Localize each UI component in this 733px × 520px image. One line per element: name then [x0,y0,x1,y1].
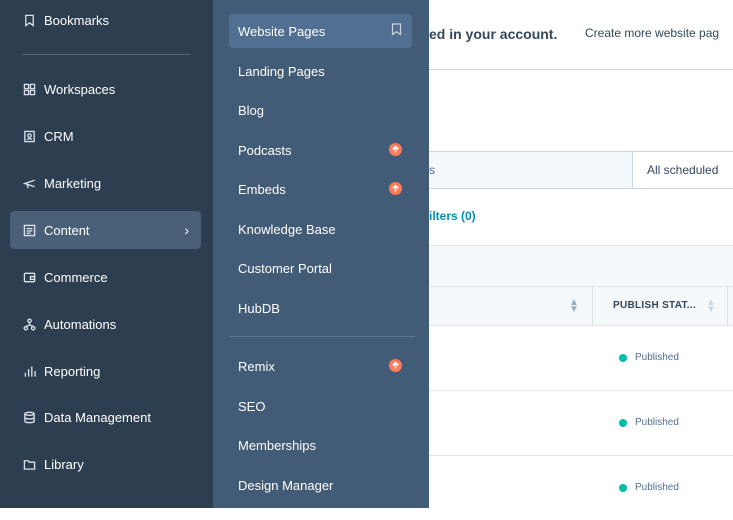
flyout-item-hubdb[interactable]: HubDB [229,291,412,325]
sidebar-item-label: Library [44,456,84,472]
status-dot-icon [619,484,627,492]
sidebar-item-data-management[interactable]: Data Management [10,398,201,436]
sidebar-item-label: Reporting [44,363,101,379]
sidebar-divider [22,54,190,55]
flyout-item-seo[interactable]: SEO [229,389,412,423]
database-icon [22,410,36,424]
upgrade-arrow-icon [389,182,402,195]
table-row[interactable]: Published [429,455,733,520]
contact-card-icon [22,129,36,143]
sidebar-item-marketing[interactable]: Marketing [10,164,201,202]
commerce-icon [22,270,36,284]
flyout-item-knowledge-base[interactable]: Knowledge Base [229,212,412,246]
sort-icon[interactable]: ▲ ▼ [706,298,716,315]
folder-icon [22,457,36,471]
column-divider [592,287,593,325]
status-dot-icon [619,354,627,362]
content-flyout-menu: Website Pages Landing Pages Blog Podcast… [213,0,429,508]
sidebar-item-bookmarks[interactable]: Bookmarks [10,1,201,39]
flyout-item-label: Podcasts [238,142,292,158]
flyout-item-label: Landing Pages [238,63,325,79]
banner-message: ed in your account. [429,26,558,42]
megaphone-icon [22,176,36,190]
flyout-item-remix[interactable]: Remix [229,349,412,383]
table-row[interactable]: Published [429,325,733,391]
grid-icon [22,82,36,96]
sidebar-item-crm[interactable]: CRM [10,117,201,155]
automations-icon [22,317,36,331]
filter-tab-fragment[interactable]: s [429,163,435,177]
flyout-item-customer-portal[interactable]: Customer Portal [229,251,412,285]
flyout-item-landing-pages[interactable]: Landing Pages [229,54,412,88]
sidebar-item-workspaces[interactable]: Workspaces [10,70,201,108]
flyout-item-label: HubDB [238,300,280,316]
table-toolbar [429,245,733,286]
sidebar-item-label: Commerce [44,269,108,285]
column-header-publish-status[interactable]: PUBLISH STAT... [613,300,696,311]
flyout-item-embeds[interactable]: Embeds [229,172,412,206]
sidebar-item-label: Workspaces [44,81,116,97]
flyout-item-label: Customer Portal [238,260,332,276]
content-icon [22,223,36,237]
sidebar-item-label: Marketing [44,175,102,191]
flyout-item-label: SEO [238,398,266,414]
main-content: ed in your account. Create more website … [429,0,733,508]
status-dot-icon [619,419,627,427]
flyout-item-label: Knowledge Base [238,221,336,237]
sidebar-item-library[interactable]: Library [10,445,201,483]
flyout-item-label: Design Manager [238,477,334,493]
upgrade-arrow-icon [389,143,402,156]
table-row[interactable]: Published [429,390,733,456]
sort-icon[interactable]: ▲ ▼ [569,298,579,315]
advanced-filters-link[interactable]: ilters (0) [429,209,476,223]
sidebar-item-commerce[interactable]: Commerce [10,258,201,296]
flyout-item-label: Blog [238,102,265,118]
view-filter-bar: s All scheduled [429,151,733,189]
tab-all-scheduled[interactable]: All scheduled [632,152,733,188]
sidebar-item-reporting[interactable]: Reporting [10,352,201,390]
chevron-right-icon: › [184,222,189,238]
main-sidebar: Bookmarks Workspaces CRM Marketing Conte… [0,0,213,508]
table-header: ▲ ▼ PUBLISH STAT... ▲ ▼ [429,286,733,326]
flyout-item-blog[interactable]: Blog [229,93,412,127]
status-badge: Published [635,352,679,363]
sidebar-item-label: Automations [44,316,117,332]
sidebar-item-label: Content [44,222,90,238]
sidebar-item-content[interactable]: Content › [10,211,201,249]
bookmark-icon[interactable] [391,23,402,39]
upgrade-arrow-icon [389,359,402,372]
bookmark-icon [22,13,36,27]
status-badge: Published [635,482,679,493]
flyout-item-website-pages[interactable]: Website Pages [229,14,412,48]
column-divider [727,287,728,325]
page-limit-banner: ed in your account. Create more website … [429,0,733,70]
sidebar-item-automations[interactable]: Automations [10,305,201,343]
flyout-item-label: Website Pages [238,23,326,39]
sidebar-item-label: Data Management [44,409,151,425]
sidebar-item-label: CRM [44,128,74,144]
flyout-item-podcasts[interactable]: Podcasts [229,133,412,167]
flyout-divider [229,336,415,337]
flyout-item-label: Embeds [238,181,286,197]
status-badge: Published [635,417,679,428]
flyout-item-memberships[interactable]: Memberships [229,428,412,462]
flyout-item-label: Memberships [238,437,317,453]
flyout-item-design-manager[interactable]: Design Manager [229,468,412,502]
sidebar-item-label: Bookmarks [44,12,110,28]
flyout-item-label: Remix [238,358,275,374]
bar-chart-icon [22,364,36,378]
banner-cta-text: Create more website pag [585,26,720,40]
